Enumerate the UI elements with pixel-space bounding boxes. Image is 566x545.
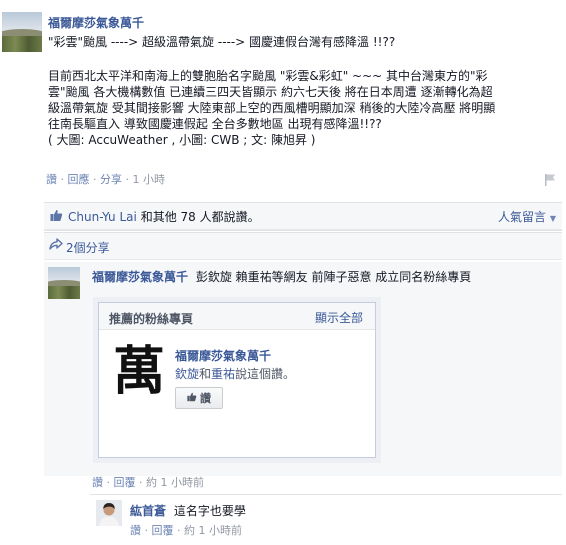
friend-link[interactable]: 重祐: [211, 367, 235, 381]
comment-sort-dropdown[interactable]: 人氣留言 ▼: [498, 208, 556, 225]
shares-count-link[interactable]: 2個分享: [66, 239, 110, 256]
post-timestamp[interactable]: 1 小時: [133, 173, 166, 186]
reply-reply-link[interactable]: 回覆: [152, 524, 174, 537]
post-body-line: ( 大圖: AccuWeather , 小圖: CWB ; 文: 陳旭昇 ): [48, 133, 316, 147]
reply-author-avatar[interactable]: [96, 500, 122, 526]
recommended-pages-box: 推薦的粉絲專頁 顯示全部 萬 福爾摩莎氣象萬千 欽旋和重祐說這個讚。 讚: [98, 302, 376, 458]
page-like-label: 讚: [200, 392, 211, 405]
comment-sort-label: 人氣留言: [498, 210, 547, 224]
divider: [90, 494, 562, 495]
page-logo[interactable]: 萬: [113, 343, 165, 401]
thumbs-up-icon: [187, 392, 197, 405]
flag-icon[interactable]: [543, 173, 557, 187]
show-all-link[interactable]: 顯示全部: [315, 309, 363, 326]
friends-and: 和: [199, 367, 212, 381]
likes-bar: Chun-Yu Lai 和其他 78 人都說讚。 人氣留言 ▼: [44, 202, 562, 230]
thumbs-up-icon: [50, 209, 63, 225]
page-like-button[interactable]: 讚: [175, 387, 223, 409]
post-body-line: 雲"颱風 各大機構數值 已連續三四天皆顯示 約六七天後 將在日本周遭 逐漸轉化為…: [48, 85, 493, 99]
comment-text: 彭欽旋 賴重祐等網友 前陣子惡意 成立同名粉絲專頁: [195, 270, 472, 284]
comment-line: 福爾摩莎氣象萬千 彭欽旋 賴重祐等網友 前陣子惡意 成立同名粉絲專頁: [92, 268, 471, 285]
comment-author[interactable]: 福爾摩莎氣象萬千: [92, 270, 188, 284]
likes-count-text[interactable]: 和其他 78 人都說讚。: [141, 210, 260, 224]
share-arrow-icon: [49, 238, 63, 254]
comment-author-avatar[interactable]: [48, 267, 80, 299]
shares-bar: 2個分享: [44, 232, 562, 260]
reply-text: 這名字也要學: [173, 504, 246, 518]
friend-link[interactable]: 欽旋: [175, 367, 199, 381]
comment-actions: 讚 · 回覆 · 約 1 小時前: [92, 476, 204, 489]
caret-down-icon: ▼: [549, 214, 556, 223]
comment-like-link[interactable]: 讚: [92, 476, 103, 489]
divider: [44, 230, 562, 231]
recommended-pages-header: 推薦的粉絲專頁 顯示全部: [99, 303, 375, 330]
post-body-line: 往南長驅直入 導致國慶連假起 全台多數地區 出現有感降溫!!??: [48, 117, 382, 131]
post-author[interactable]: 福爾摩莎氣象萬千: [48, 14, 144, 31]
post-headline: "彩雲"颱風 ----> 超級溫帶氣旋 ----> 國慶連假台灣有感降溫 !!?…: [48, 35, 396, 49]
comment-timestamp[interactable]: 約 1 小時前: [146, 476, 204, 489]
post-actions: 讚 · 回應 · 分享 · 1 小時: [46, 173, 166, 186]
recommended-pages-title: 推薦的粉絲專頁: [109, 312, 194, 326]
recommended-page-name[interactable]: 福爾摩莎氣象萬千: [175, 347, 271, 364]
page-avatar[interactable]: [2, 12, 42, 52]
reply-actions: 讚 · 回覆 · 約 1 小時前: [130, 524, 242, 537]
like-link[interactable]: 讚: [46, 173, 57, 186]
friends-like-text: 欽旋和重祐說這個讚。: [175, 365, 295, 382]
comment-reply-link[interactable]: 回覆: [114, 476, 136, 489]
post-body-line: 級溫帶氣旋 受其間接影響 大陸東部上空的西風槽明顯加深 稍後的大陸冷高壓 將明顯: [48, 101, 496, 115]
reply-like-link[interactable]: 讚: [130, 524, 141, 537]
comment-link[interactable]: 回應: [68, 173, 90, 186]
liker-name-link[interactable]: Chun-Yu Lai: [68, 210, 137, 224]
reply-line: 紘首蒼 這名字也要學: [130, 502, 246, 519]
share-link[interactable]: 分享: [100, 173, 122, 186]
reply-author[interactable]: 紘首蒼: [130, 504, 166, 518]
reply-timestamp[interactable]: 約 1 小時前: [184, 524, 242, 537]
post-body: 目前西北太平洋和南海上的雙胞胎名字颱風 "彩雲&彩虹" ~~~ 其中台灣東方的"…: [48, 68, 563, 148]
post-body-line: 目前西北太平洋和南海上的雙胞胎名字颱風 "彩雲&彩虹" ~~~ 其中台灣東方的"…: [48, 69, 488, 83]
friends-suffix: 說這個讚。: [235, 367, 296, 381]
